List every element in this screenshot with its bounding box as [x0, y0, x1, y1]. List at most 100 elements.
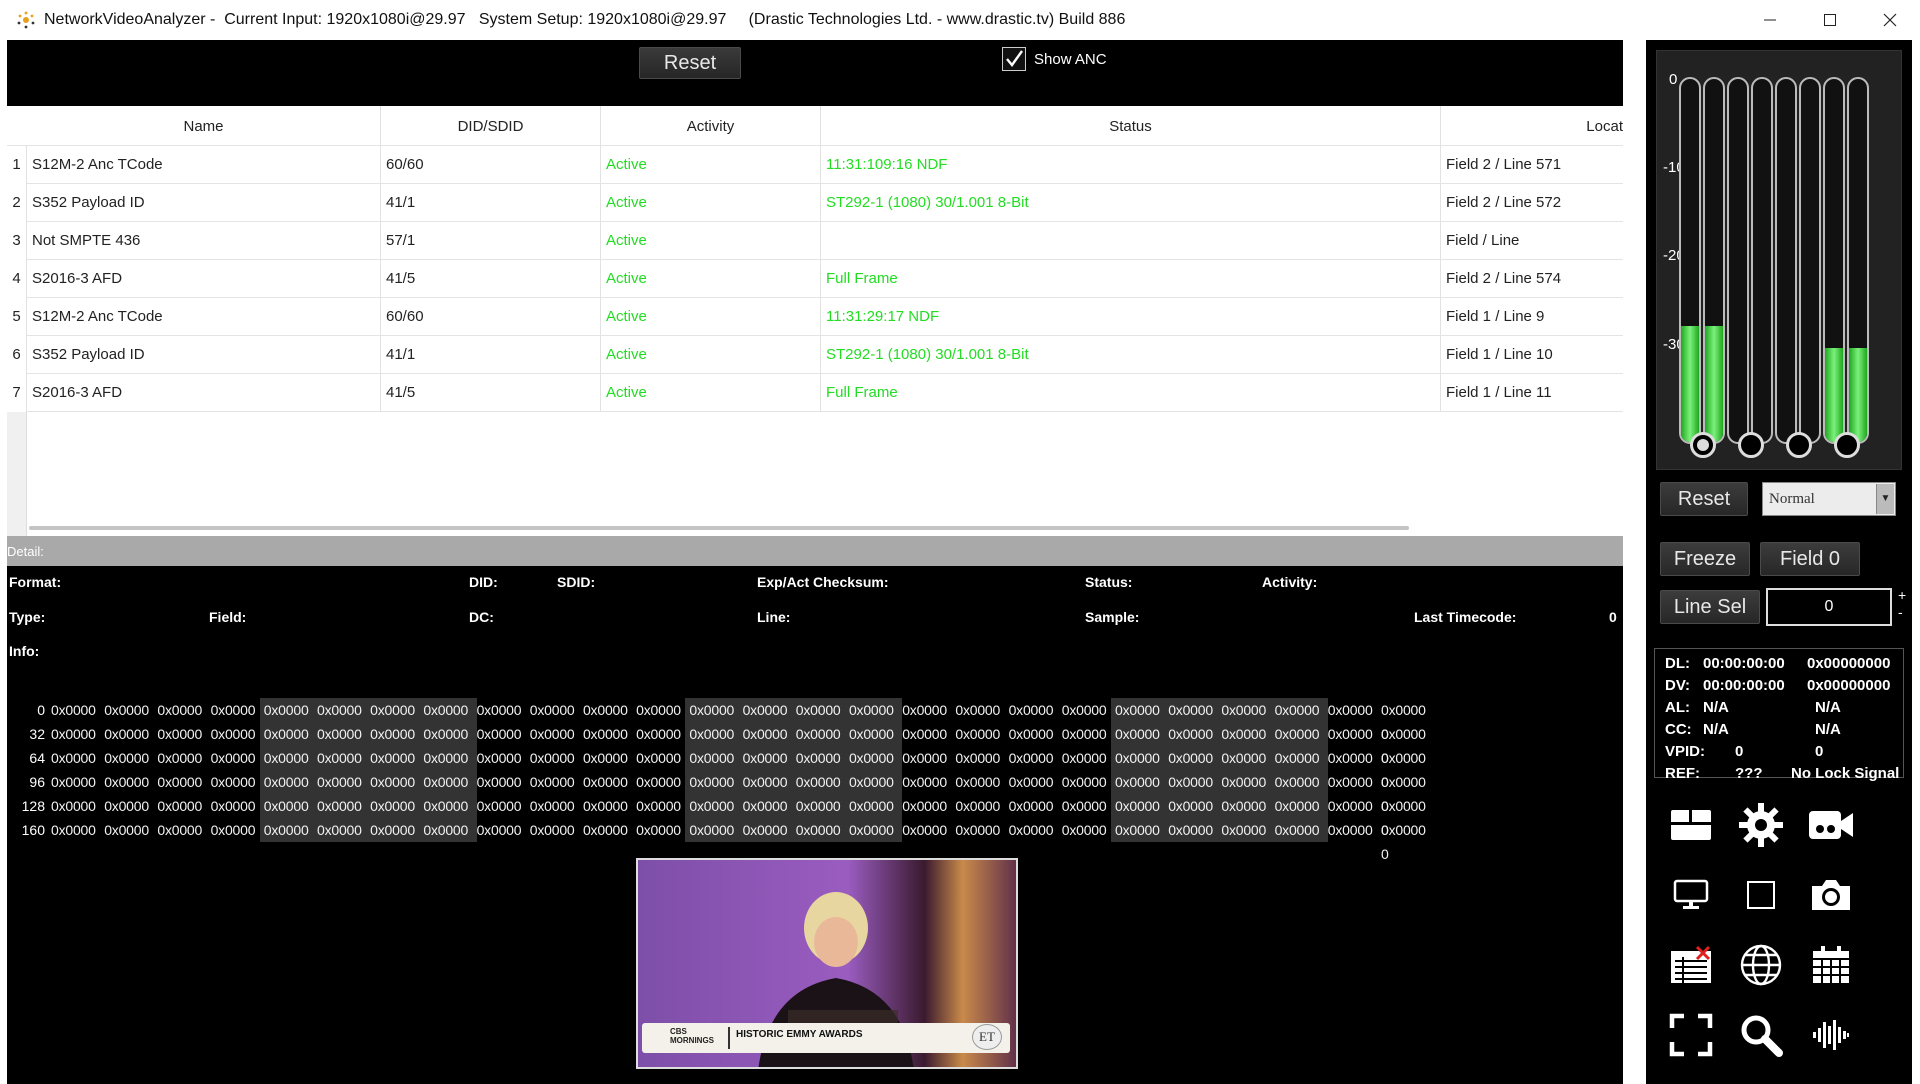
channel-pair-radio[interactable]	[1738, 432, 1764, 458]
anc-packet-table: Name DID/SDID Activity Status Locat 1 S12…	[7, 106, 1623, 536]
close-button[interactable]	[1860, 0, 1920, 40]
table-row[interactable]: 4 S2016-3 AFD 41/5 Active Full Frame Field 2 …	[7, 260, 1623, 298]
vpid-label: VPID:	[1665, 743, 1706, 760]
hex-word: 0x0000	[1327, 750, 1373, 766]
hex-word: 0x0000	[848, 750, 894, 766]
search-button[interactable]	[1732, 1006, 1790, 1064]
channel-pair-radio[interactable]	[1690, 432, 1716, 458]
row-number: 2	[7, 184, 27, 222]
network-button[interactable]	[1732, 936, 1790, 994]
hex-word: 0x0000	[848, 702, 894, 718]
hex-word: 0x0000	[210, 798, 256, 814]
dl-label: DL:	[1665, 655, 1690, 672]
hex-word: 0x0000	[1061, 822, 1107, 838]
cell-name: S2016-3 AFD	[27, 374, 381, 412]
freeze-button[interactable]: Freeze	[1660, 542, 1750, 576]
hex-word: 0x0000	[955, 702, 1001, 718]
line-sel-button[interactable]: Line Sel	[1660, 590, 1760, 624]
hex-word: 0x0000	[1327, 702, 1373, 718]
hex-word: 0x0000	[1008, 702, 1054, 718]
table-row[interactable]: 1 S12M-2 Anc TCode 60/60 Active 11:31:109:16…	[7, 146, 1623, 184]
meter-mode-select[interactable]: Normal ▼	[1762, 482, 1896, 516]
hex-word: 0x0000	[1168, 798, 1213, 814]
hex-word: 0x0000	[1168, 774, 1213, 790]
hex-word: 0x0000	[742, 774, 788, 790]
audio-waveform-button[interactable]	[1802, 1006, 1860, 1064]
schedule-button[interactable]	[1802, 936, 1860, 994]
hex-word: 0x0000 0	[1380, 702, 1426, 742]
hex-word-group: 0x0000 0x0000 0x0000 0x0000	[47, 722, 264, 746]
hex-word: 0x0000	[1061, 702, 1107, 718]
chevron-down-icon[interactable]: ▼	[1876, 484, 1894, 514]
app-window: NetworkVideoAnalyzer - Current Input: 19…	[0, 0, 1920, 1084]
snapshot-button[interactable]	[1802, 866, 1860, 924]
table-row[interactable]: 3 Not SMPTE 436 57/1 Active Field / Line	[7, 222, 1623, 260]
hex-word: 0x0000	[1115, 702, 1160, 718]
channel-pair-radio[interactable]	[1786, 432, 1812, 458]
record-video-button[interactable]	[1802, 796, 1860, 854]
field-button[interactable]: Field 0	[1760, 542, 1860, 576]
hex-word: 0x0000	[263, 822, 309, 838]
hex-word: 0x0000	[423, 822, 469, 838]
clear-log-button[interactable]	[1662, 936, 1720, 994]
hex-word: 0x0000	[795, 822, 841, 838]
hex-word: 0x0000	[902, 774, 947, 790]
decrement-icon[interactable]: -	[1898, 604, 1906, 621]
hex-word: 0x0000	[316, 822, 362, 838]
cell-did-sdid: 57/1	[381, 222, 601, 260]
video-preview[interactable]: CBS MORNINGS HISTORIC EMMY AWARDS ET	[636, 858, 1018, 1069]
hex-word: 0x0000	[689, 774, 735, 790]
table-row[interactable]: 6 S352 Payload ID 41/1 Active ST292-1 (1080)…	[7, 336, 1623, 374]
hex-word: 0x0000	[263, 726, 309, 742]
vpid-value-a: 0	[1735, 743, 1744, 760]
column-header-activity[interactable]: Activity	[601, 106, 821, 146]
hex-word: 0x0000	[104, 822, 149, 838]
hex-word: 0x0000	[104, 726, 149, 742]
column-header-did-sdid[interactable]: DID/SDID	[381, 106, 601, 146]
hex-word: 0x0000	[157, 726, 203, 742]
hex-word: 0x0000	[689, 822, 735, 838]
hex-word-group: 0x0000 0x0000 0x0000 0x0000	[685, 794, 903, 818]
fullscreen-button[interactable]	[1662, 1006, 1720, 1064]
hex-word: 0x0000	[529, 822, 575, 838]
level-meter-channel	[1799, 77, 1821, 444]
cell-status: Full Frame	[821, 260, 1441, 298]
hex-word: 0x0000	[316, 774, 362, 790]
hex-word: 0x0000	[955, 726, 1001, 742]
reset-button[interactable]: Reset	[639, 47, 741, 79]
table-row[interactable]: 5 S12M-2 Anc TCode 60/60 Active 11:31:29:17 …	[7, 298, 1623, 336]
al-label: AL:	[1665, 699, 1690, 716]
show-anc-checkbox[interactable]: Show ANC	[1002, 46, 1107, 72]
lower-third-brand: CBS MORNINGS	[670, 1027, 714, 1045]
cell-location: Field 2 / Line 571	[1446, 156, 1562, 173]
dl-hex: 0x00000000	[1807, 655, 1891, 672]
cell-did-sdid: 60/60	[381, 298, 601, 336]
meter-reset-button[interactable]: Reset	[1660, 482, 1748, 516]
hex-word: 0x0000	[51, 798, 96, 814]
window-mode-button[interactable]	[1732, 866, 1790, 924]
line-stepper[interactable]: + -	[1898, 587, 1906, 621]
monitor-button[interactable]	[1662, 866, 1720, 924]
hex-word-group: 0x0000 0x0000 0x0000 0x0000	[259, 770, 477, 794]
audio-meter-area: 0 -10 -20 -30	[1656, 50, 1902, 470]
minimize-button[interactable]	[1740, 0, 1800, 40]
horizontal-scrollbar[interactable]	[29, 526, 1409, 530]
table-row[interactable]: 7 S2016-3 AFD 41/5 Active Full Frame Field 1 …	[7, 374, 1623, 412]
hex-word-group: 0x0000 0x0000 0x0000 0x0000	[1111, 722, 1328, 746]
hex-word-group: 0x0000 0x0000 0x0000 0x0000	[47, 770, 264, 794]
line-number-input[interactable]: 0	[1766, 588, 1892, 626]
cell-activity: Active	[601, 184, 821, 222]
column-header-name[interactable]: Name	[27, 106, 381, 146]
settings-button[interactable]	[1732, 796, 1790, 854]
column-header-location[interactable]: Locat	[1441, 106, 1623, 146]
table-row[interactable]: 2 S352 Payload ID 41/1 Active ST292-1 (1080)…	[7, 184, 1623, 222]
channel-pair-radio[interactable]	[1834, 432, 1860, 458]
cc-value-b: N/A	[1815, 721, 1841, 738]
increment-icon[interactable]: +	[1898, 587, 1906, 604]
maximize-button[interactable]	[1800, 0, 1860, 40]
checkbox-box[interactable]	[1002, 47, 1026, 71]
hex-word: 0x0000	[902, 726, 947, 742]
column-header-status[interactable]: Status	[821, 106, 1441, 146]
level-meter-channel	[1727, 77, 1749, 444]
layout-button[interactable]	[1662, 796, 1720, 854]
